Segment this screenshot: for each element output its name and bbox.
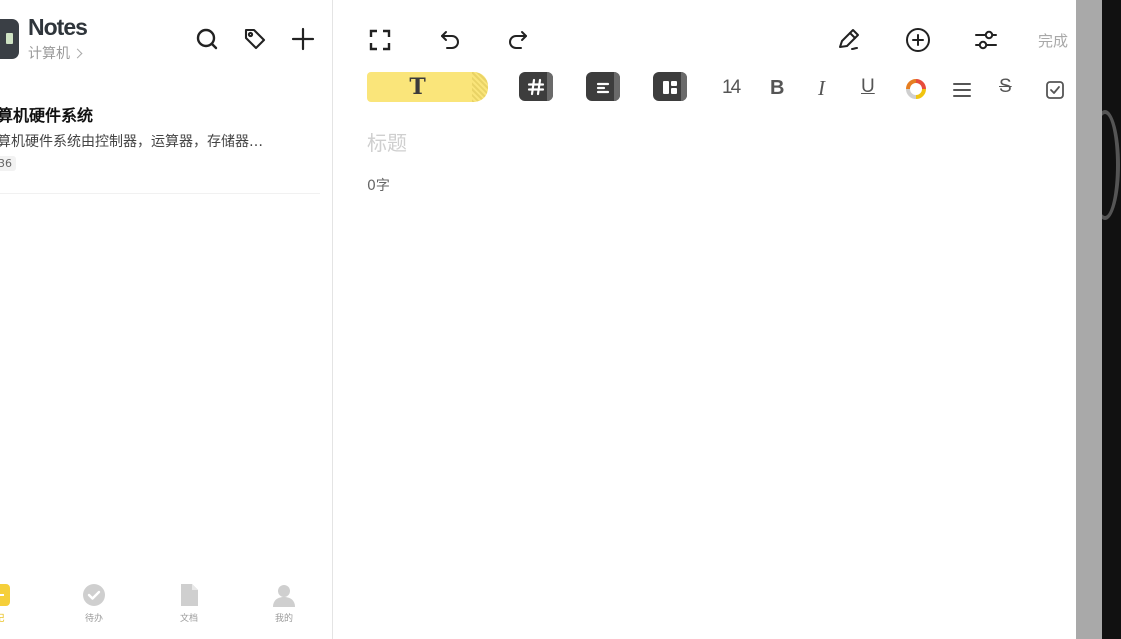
bold-button[interactable]: B — [770, 77, 784, 100]
search-button[interactable] — [194, 26, 220, 52]
pen-icon — [839, 29, 859, 50]
folder-name: 计算机 — [28, 46, 70, 62]
undo-icon — [441, 31, 459, 49]
nav-item-me[interactable]: 我的 — [259, 582, 309, 624]
font-size-button[interactable]: 14 — [722, 77, 741, 99]
add-circle-icon — [906, 28, 930, 52]
note-editor: 完成 T 14 B I U S 标题 0字 — [334, 0, 1076, 639]
nav-label-me: 我的 — [274, 614, 293, 624]
heading-button[interactable] — [519, 72, 553, 101]
tag-button[interactable] — [242, 26, 268, 52]
done-button[interactable]: 完成 — [1038, 30, 1068, 51]
text-style-button[interactable]: T — [367, 72, 488, 102]
strikethrough-button[interactable]: S — [999, 76, 1012, 98]
folder-selector[interactable]: 计算机 — [28, 43, 83, 63]
title-input[interactable] — [367, 128, 1007, 158]
nav-label-notes: 记 — [0, 611, 5, 624]
check-circle-icon — [83, 584, 105, 606]
tag-icon — [244, 28, 266, 50]
note-snippet: 算机硬件系统由控制器，运算器，存储器… — [0, 134, 263, 150]
word-count: 0字 — [367, 178, 390, 194]
fullscreen-button[interactable] — [367, 27, 393, 53]
nav-label-docs: 文档 — [179, 614, 198, 624]
redo-button[interactable] — [505, 27, 531, 53]
fullscreen-icon — [369, 29, 391, 51]
list-button[interactable] — [951, 79, 973, 101]
document-icon — [181, 584, 198, 606]
checkbox-button[interactable] — [1044, 79, 1066, 101]
nav-item-docs[interactable]: 文档 — [164, 582, 214, 624]
checkbox-icon — [1046, 81, 1064, 99]
search-icon — [196, 28, 218, 50]
bottom-nav: 记 待办 文档 我的 — [0, 582, 332, 632]
italic-button[interactable]: I — [818, 76, 825, 101]
settings-button[interactable] — [973, 27, 999, 53]
person-icon — [273, 585, 295, 607]
window-edge — [1102, 0, 1121, 639]
plus-icon — [291, 27, 315, 51]
note-icon — [0, 584, 10, 606]
edge-decoration — [1102, 110, 1120, 220]
layout-icon — [663, 80, 677, 94]
align-icon — [596, 82, 610, 93]
nav-item-notes[interactable]: 记 — [0, 582, 25, 624]
scrollbar-track — [1076, 0, 1102, 639]
nav-item-todo[interactable]: 待办 — [69, 582, 119, 624]
underline-button[interactable]: U — [861, 76, 875, 98]
text-style-label: T — [409, 74, 426, 100]
handwriting-button[interactable] — [836, 27, 862, 53]
undo-button[interactable] — [437, 27, 463, 53]
layout-button[interactable] — [653, 72, 687, 101]
app-title: Notes — [28, 14, 88, 40]
note-list-item[interactable]: 算机硬件系统 算机硬件系统由控制器，运算器，存储器… 36 — [0, 94, 320, 194]
notes-list-panel: Notes 计算机 算机硬件系统 算机硬件系统由控制器，运算器，存储器… 36 … — [0, 0, 333, 639]
app-logo-icon — [0, 19, 19, 59]
note-title: 算机硬件系统 — [0, 106, 94, 125]
color-wheel-icon — [906, 79, 926, 99]
redo-icon — [509, 31, 527, 49]
menu-lines-icon — [953, 83, 971, 97]
insert-button[interactable] — [905, 27, 931, 53]
align-button[interactable] — [586, 72, 620, 101]
hash-icon — [527, 78, 545, 95]
add-note-button[interactable] — [290, 26, 316, 52]
chevron-right-icon — [72, 48, 83, 58]
nav-label-todo: 待办 — [84, 614, 103, 624]
adjust-icon — [975, 30, 997, 50]
note-badge: 36 — [0, 156, 16, 171]
text-color-button[interactable] — [905, 78, 927, 100]
